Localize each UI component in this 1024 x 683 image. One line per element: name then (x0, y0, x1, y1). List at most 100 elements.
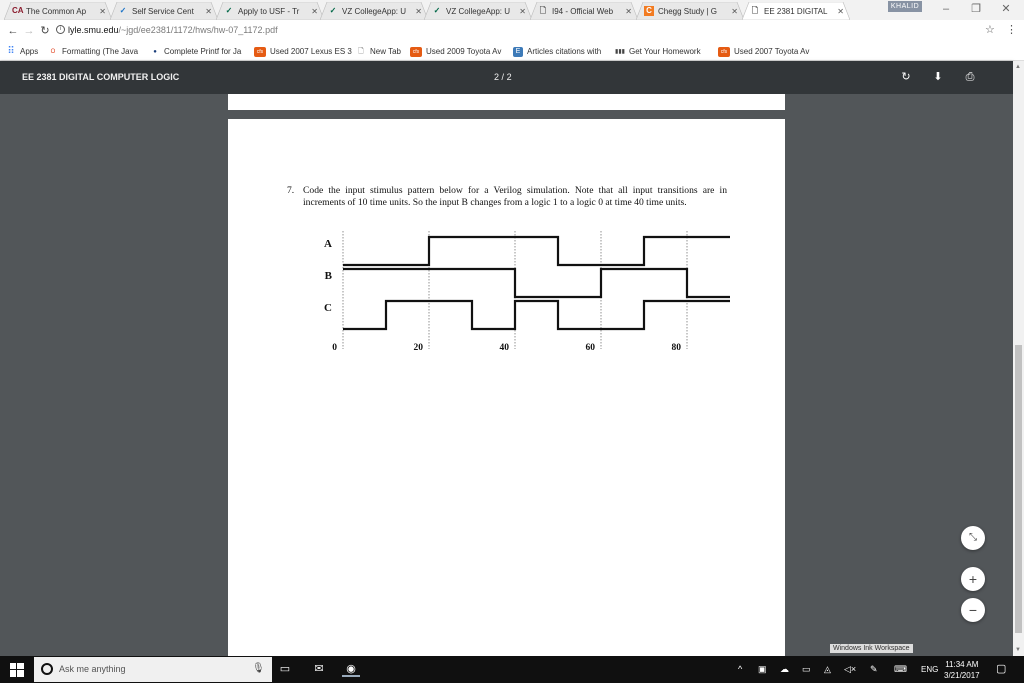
cortana-icon (41, 663, 53, 675)
tab-close-icon[interactable]: ✕ (625, 7, 632, 16)
tab-title: VZ CollegeApp: U (342, 6, 407, 16)
bookmark-item[interactable]: O Formatting (The Java (48, 45, 138, 58)
tab-title: EE 2381 DIGITAL (764, 6, 828, 16)
browser-tab[interactable]: ✓ Self Service Cent ✕ (110, 2, 218, 20)
tab-close-icon[interactable]: ✕ (311, 7, 318, 16)
tab-close-icon[interactable]: ✕ (415, 7, 422, 16)
info-icon[interactable]: i (56, 25, 65, 34)
tab-close-icon[interactable]: ✕ (837, 7, 844, 16)
zoom-out-icon[interactable]: − (961, 598, 985, 622)
page-current[interactable]: 2 (494, 72, 499, 82)
signal-label: C (324, 302, 332, 314)
browser-tab[interactable]: ✓ VZ CollegeApp: U ✕ (424, 2, 532, 20)
O-icon: O (50, 48, 56, 55)
action-center-icon[interactable]: ▢ (996, 662, 1006, 675)
scroll-down-icon[interactable]: ▼ (1015, 647, 1021, 653)
bookmark-item[interactable]: cfs Used 2009 Toyota Av (410, 45, 501, 58)
tab-favicon-icon: ✓ (119, 6, 127, 15)
cfs-icon: cfs (410, 46, 422, 57)
back-arrow-icon[interactable]: ← (6, 23, 20, 39)
url-host: lyle.smu.edu (68, 25, 119, 35)
close-window-icon[interactable]: ✕ (992, 0, 1020, 18)
pdf-title: EE 2381 DIGITAL COMPUTER LOGIC (22, 72, 180, 82)
taskbar: Ask me anything 🎙 ▭ ✉ ◉ ^ ▣ ☁ ▭ ◬ ◁× ✎ ⌨… (0, 656, 1024, 683)
apps-grid-icon: ⠿ (7, 45, 15, 57)
bookmark-item[interactable]: E Articles citations with (513, 45, 601, 58)
ink-workspace-tooltip: Windows Ink Workspace (830, 644, 913, 653)
forward-arrow-icon[interactable]: → (22, 23, 36, 39)
page-total: 2 (506, 72, 512, 82)
restore-icon[interactable]: ❐ (962, 0, 990, 18)
bookmark-item[interactable]: 🗋 New Tab (356, 45, 401, 58)
page-indicator: 2 / 2 (494, 72, 512, 82)
download-icon[interactable]: ⬇ (930, 69, 946, 85)
browser-tab[interactable]: ✓ VZ CollegeApp: U ✕ (320, 2, 428, 20)
bookmark-star-icon[interactable]: ☆ (985, 23, 995, 36)
battery-icon[interactable]: ▭ (802, 664, 811, 675)
wifi-icon[interactable]: ◬ (824, 664, 831, 675)
microphone-icon[interactable]: 🎙 (252, 663, 265, 674)
bookmark-item[interactable]: ⠿ Apps (6, 45, 38, 58)
bookmark-item[interactable]: cfs Used 2007 Toyota Av (718, 45, 809, 58)
rotate-icon[interactable]: ↻ (898, 69, 914, 85)
timing-diagram: A B C 0 20 40 60 80 (324, 231, 730, 353)
zoom-in-icon[interactable]: + (961, 567, 985, 591)
tab-favicon-icon: ✓ (225, 6, 233, 15)
pdf-viewport[interactable]: 7. Code the input stimulus pattern below… (0, 94, 1013, 656)
tab-close-icon[interactable]: ✕ (519, 7, 526, 16)
keyboard-icon[interactable]: ⌨ (894, 664, 907, 675)
time-tick-label: 60 (586, 343, 596, 353)
browser-tab[interactable]: 🗋 I94 - Official Web ✕ (530, 2, 638, 20)
clock[interactable]: 11:34 AM 3/21/2017 (944, 659, 980, 681)
mail-icon[interactable]: ✉ (310, 661, 328, 677)
reload-icon[interactable]: ↻ (38, 23, 52, 39)
show-hidden-icons-icon[interactable]: ^ (738, 664, 742, 674)
tab-close-icon[interactable]: ✕ (99, 7, 106, 16)
windows-start-icon[interactable] (10, 663, 24, 677)
browser-tab[interactable]: 🗋 EE 2381 DIGITAL ✕ (742, 2, 850, 20)
signal-label: B (325, 270, 333, 282)
time-tick-label: 20 (414, 343, 424, 353)
tab-close-icon[interactable]: ✕ (731, 7, 738, 16)
browser-tab[interactable]: CA The Common Ap ✕ (4, 2, 112, 20)
pdf-page-2: 7. Code the input stimulus pattern below… (228, 119, 785, 656)
bookmark-item[interactable]: ▮▮▮ Get Your Homework (615, 45, 701, 58)
chrome-icon[interactable]: ◉ (342, 661, 360, 677)
clock-date: 3/21/2017 (944, 671, 980, 680)
doc-icon: 🗋 (358, 47, 364, 55)
bookmark-item[interactable]: cfs Used 2007 Lexus ES 3 (254, 45, 352, 58)
address-bar[interactable]: lyle.smu.edu/~jgd/ee2381/1172/hws/hw-07_… (68, 25, 278, 35)
▮▮▮-icon: ▮▮▮ (615, 48, 625, 55)
signal-label: A (324, 238, 332, 250)
pdf-page-1 (228, 94, 785, 110)
task-view-icon[interactable]: ▭ (276, 661, 294, 677)
scroll-up-icon[interactable]: ▲ (1015, 64, 1021, 70)
bookmark-item[interactable]: ● Complete Printf for Ja (150, 45, 241, 58)
tab-favicon-icon: 🗋 (539, 6, 547, 15)
cortana-search-box[interactable]: Ask me anything 🎙 (34, 657, 272, 682)
url-path: /~jgd/ee2381/1172/hws/hw-07_1172.pdf (118, 25, 278, 35)
pen-icon[interactable]: ✎ (870, 664, 878, 675)
tab-title: Self Service Cent (132, 6, 194, 16)
scrollbar[interactable]: ▲ ▼ (1013, 61, 1024, 656)
onedrive-icon[interactable]: ☁ (780, 664, 789, 675)
volume-icon[interactable]: ◁× (844, 664, 856, 675)
browser-tab[interactable]: C Chegg Study | G ✕ (636, 2, 744, 20)
scroll-thumb[interactable] (1015, 345, 1022, 633)
tab-title: The Common Ap (26, 6, 87, 16)
pdf-toolbar: EE 2381 DIGITAL COMPUTER LOGIC 2 / 2 ↻ ⬇… (0, 61, 1013, 94)
tab-favicon-icon: CA (12, 6, 24, 15)
browser-tab[interactable]: ✓ Apply to USF - Tr ✕ (216, 2, 324, 20)
profile-button[interactable]: KHALID (888, 1, 922, 12)
E-icon: E (513, 46, 523, 57)
tab-close-icon[interactable]: ✕ (205, 7, 212, 16)
bookmark-label: Apps (20, 47, 39, 56)
bookmark-label: Articles citations with (527, 47, 602, 56)
time-tick-label: 80 (672, 343, 682, 353)
browser-menu-icon[interactable]: ⋮ (1006, 23, 1017, 36)
print-icon[interactable]: ⎙ (962, 69, 978, 85)
language-indicator[interactable]: ENG (921, 665, 938, 674)
minimize-icon[interactable]: – (932, 0, 960, 18)
fit-page-icon[interactable]: ⤡ (961, 526, 985, 550)
tray-app-icon[interactable]: ▣ (758, 664, 767, 675)
